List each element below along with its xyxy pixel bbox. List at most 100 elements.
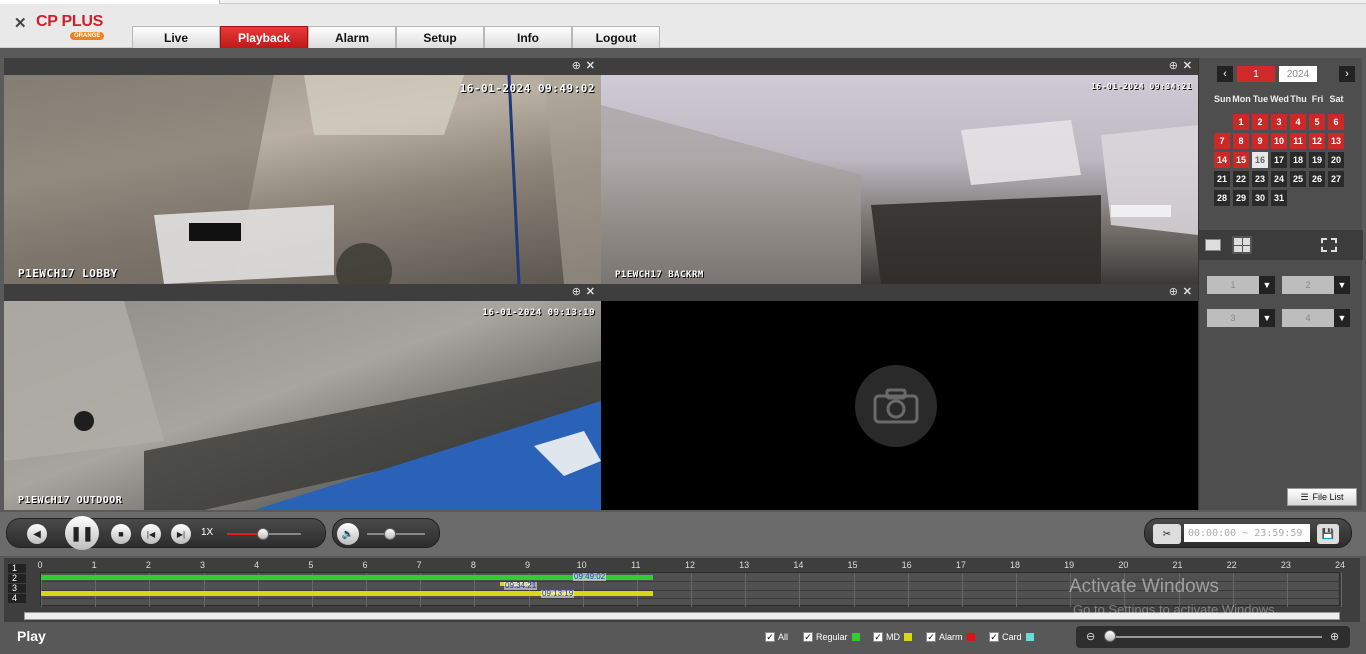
fullscreen-icon[interactable]: [1321, 238, 1337, 252]
zoom-icon[interactable]: ⊕: [572, 285, 581, 298]
calendar-day[interactable]: 15: [1233, 152, 1249, 168]
calendar-day[interactable]: 16: [1252, 152, 1268, 168]
calendar-day[interactable]: 21: [1214, 171, 1230, 187]
calendar-day[interactable]: 8: [1233, 133, 1249, 149]
checkbox-icon[interactable]: ✓: [765, 632, 775, 642]
timeline-row-label: 3: [8, 584, 26, 593]
close-icon[interactable]: ✕: [1183, 59, 1192, 72]
checkbox-icon[interactable]: ✓: [873, 632, 883, 642]
channel-select-1[interactable]: 1 ▼: [1207, 276, 1275, 294]
checkbox-icon[interactable]: ✓: [803, 632, 813, 642]
layout-4-icon[interactable]: [1232, 236, 1252, 254]
calendar-day[interactable]: 18: [1290, 152, 1306, 168]
clip-scissors-icon[interactable]: ✂: [1153, 524, 1181, 544]
pane-timestamp: 16-01-2024 09:13:19: [482, 308, 595, 318]
checkbox-icon[interactable]: ✓: [989, 632, 999, 642]
tab-logout[interactable]: Logout: [572, 26, 660, 48]
calendar-day[interactable]: 20: [1328, 152, 1344, 168]
play-backward-icon[interactable]: ◀: [27, 524, 47, 544]
timeline-hour-label: 23: [1280, 560, 1291, 570]
zoom-in-icon[interactable]: ⊕: [1330, 630, 1339, 643]
zoom-out-icon[interactable]: ⊖: [1086, 630, 1095, 643]
calendar-day[interactable]: 11: [1290, 133, 1306, 149]
calendar-day[interactable]: 6: [1328, 114, 1344, 130]
calendar-day[interactable]: 29: [1233, 190, 1249, 206]
calendar-day[interactable]: 31: [1271, 190, 1287, 206]
close-icon[interactable]: ✕: [586, 59, 595, 72]
stop-icon[interactable]: ■: [111, 524, 131, 544]
volume-icon[interactable]: 🔈: [337, 523, 359, 545]
channel-select-2[interactable]: 2 ▼: [1282, 276, 1350, 294]
video-pane-4[interactable]: ⊕ ✕: [601, 284, 1198, 510]
timeline-gridline: [799, 573, 801, 607]
calendar-day[interactable]: 13: [1328, 133, 1344, 149]
calendar-year[interactable]: 2024: [1279, 66, 1317, 82]
tab-info[interactable]: Info: [484, 26, 572, 48]
calendar-day[interactable]: 19: [1309, 152, 1325, 168]
file-list-label: File List: [1312, 492, 1344, 502]
legend-regular[interactable]: ✓ Regular: [803, 632, 860, 642]
calendar-day[interactable]: 26: [1309, 171, 1325, 187]
file-list-button[interactable]: ☰ File List: [1287, 488, 1357, 506]
legend-alarm[interactable]: ✓ Alarm: [926, 632, 975, 642]
calendar-day[interactable]: 9: [1252, 133, 1268, 149]
calendar-day[interactable]: 27: [1328, 171, 1344, 187]
legend-md[interactable]: ✓ MD: [873, 632, 912, 642]
calendar-day[interactable]: 10: [1271, 133, 1287, 149]
timeline-row-label: 2: [8, 574, 26, 583]
zoom-icon[interactable]: ⊕: [1169, 285, 1178, 298]
save-clip-icon[interactable]: 💾: [1317, 524, 1339, 544]
layout-1-icon[interactable]: [1205, 239, 1221, 251]
calendar-day[interactable]: 2: [1252, 114, 1268, 130]
tab-playback[interactable]: Playback: [220, 26, 308, 48]
calendar-day[interactable]: 14: [1214, 152, 1230, 168]
calendar-month[interactable]: 1: [1237, 66, 1275, 82]
channel-select-3[interactable]: 3 ▼: [1207, 309, 1275, 327]
zoom-icon[interactable]: ⊕: [572, 59, 581, 72]
speed-slider-knob[interactable]: [256, 528, 269, 540]
calendar-day[interactable]: 30: [1252, 190, 1268, 206]
calendar-day[interactable]: 3: [1271, 114, 1287, 130]
weekday-label: Thu: [1290, 94, 1307, 104]
tab-setup[interactable]: Setup: [396, 26, 484, 48]
timeline-marker: 09:49:02: [573, 572, 607, 581]
calendar-day[interactable]: 12: [1309, 133, 1325, 149]
close-icon[interactable]: ✕: [586, 285, 595, 298]
calendar-day[interactable]: 1: [1233, 114, 1249, 130]
next-month-icon[interactable]: ›: [1339, 66, 1355, 82]
video-pane-3[interactable]: ⊕ ✕ 16-01-2024 09:13:19 P1EWCH17 OUTDOOR: [4, 284, 601, 510]
timeline-hour-label: 22: [1226, 560, 1237, 570]
zoom-slider[interactable]: [1106, 636, 1322, 638]
calendar-day[interactable]: 23: [1252, 171, 1268, 187]
clip-time-range[interactable]: 00:00:00 ~ 23:59:59: [1184, 524, 1310, 542]
calendar-day[interactable]: 7: [1214, 133, 1230, 149]
volume-slider-knob[interactable]: [384, 528, 397, 540]
windows-watermark: Activate Windows: [1069, 576, 1219, 597]
calendar-day[interactable]: 25: [1290, 171, 1306, 187]
legend-all[interactable]: ✓ All: [765, 632, 788, 642]
calendar-day[interactable]: 24: [1271, 171, 1287, 187]
regular-swatch: [851, 633, 860, 641]
prev-frame-icon[interactable]: |◀: [141, 524, 161, 544]
calendar-day[interactable]: 17: [1271, 152, 1287, 168]
pause-icon[interactable]: ❚❚: [65, 516, 99, 550]
video-pane-2[interactable]: ⊕ ✕ 16-01-2024 09:34:21 P1EWCH17 BACKRM: [601, 58, 1198, 284]
video-pane-1[interactable]: ⊕ ✕ 16-01-2024 09:49:02 P1EWCH17 LOBBY: [4, 58, 601, 284]
prev-month-icon[interactable]: ‹: [1217, 66, 1233, 82]
calendar-day[interactable]: 28: [1214, 190, 1230, 206]
calendar-day[interactable]: 5: [1309, 114, 1325, 130]
timeline-hour-label: 16: [901, 560, 912, 570]
checkbox-icon[interactable]: ✓: [926, 632, 936, 642]
zoom-icon[interactable]: ⊕: [1169, 59, 1178, 72]
legend-card[interactable]: ✓ Card: [989, 632, 1034, 642]
calendar-day[interactable]: 22: [1233, 171, 1249, 187]
close-icon[interactable]: ✕: [1183, 285, 1192, 298]
calendar-header: ‹ 1 2024 ›: [1215, 66, 1355, 82]
tab-alarm[interactable]: Alarm: [308, 26, 396, 48]
tab-live[interactable]: Live: [132, 26, 220, 48]
channel-select-4[interactable]: 4 ▼: [1282, 309, 1350, 327]
next-frame-icon[interactable]: ▶|: [171, 524, 191, 544]
zoom-slider-knob[interactable]: [1104, 630, 1116, 642]
pane-channel-name: P1EWCH17 LOBBY: [18, 267, 118, 280]
calendar-day[interactable]: 4: [1290, 114, 1306, 130]
